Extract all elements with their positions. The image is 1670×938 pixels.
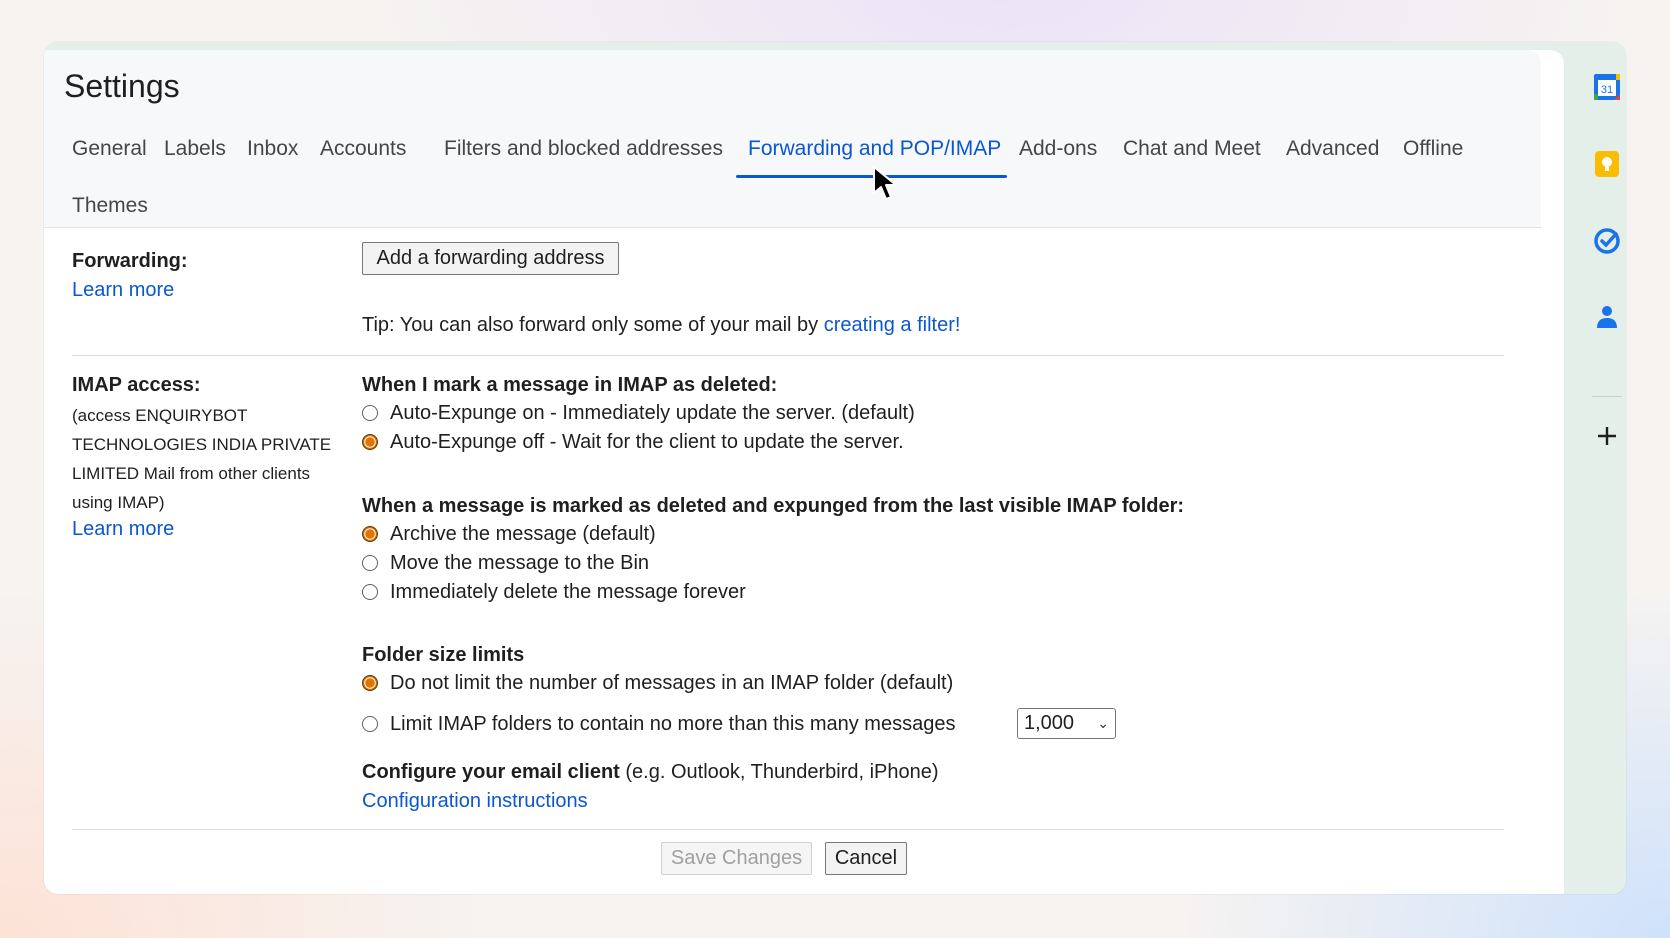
radio-button[interactable] [362,716,378,732]
radio-button[interactable] [362,405,378,421]
radio-label: Move the message to the Bin [390,551,650,574]
section-divider [72,355,1504,356]
radio-auto-expunge-off[interactable]: Auto-Expunge off - Wait for the client t… [362,429,904,455]
footer-divider [72,829,1504,830]
configure-client-hint: (e.g. Outlook, Thunderbird, iPhone) [625,761,939,783]
header-divider [44,227,1541,228]
tab-chat-and-meet[interactable]: Chat and Meet [1123,137,1261,161]
tab-labels[interactable]: Labels [164,137,226,161]
radio-button-checked[interactable] [362,526,378,542]
settings-header: Settings General Labels Inbox Accounts F… [44,50,1541,227]
folder-limit-value: 1,000 [1024,712,1075,734]
forwarding-learn-more-link[interactable]: Learn more [72,279,174,302]
radio-delete-forever[interactable]: Immediately delete the message forever [362,579,746,605]
radio-limit-folders[interactable]: Limit IMAP folders to contain no more th… [362,711,955,737]
radio-move-to-bin[interactable]: Move the message to the Bin [362,550,649,576]
forwarding-tip: Tip: You can also forward only some of y… [362,314,960,337]
add-icon[interactable] [1592,421,1622,456]
radio-label: Archive the message (default) [390,522,656,545]
radio-label: Do not limit the number of messages in a… [390,671,954,694]
radio-button[interactable] [362,555,378,571]
radio-label: Limit IMAP folders to contain no more th… [390,712,956,735]
radio-label: Auto-Expunge on - Immediately update the… [390,401,915,424]
add-forwarding-address-button[interactable]: Add a forwarding address [362,242,619,275]
cancel-button[interactable]: Cancel [825,842,907,875]
configure-client-heading: Configure your email client [362,761,620,783]
tab-filters[interactable]: Filters and blocked addresses [444,137,723,161]
imap-access-description: (access ENQUIRYBOT TECHNOLOGIES INDIA PR… [72,406,332,512]
forwarding-tip-text: Tip: You can also forward only some of y… [362,314,819,336]
tab-offline[interactable]: Offline [1403,137,1463,161]
rail-divider [1592,396,1622,397]
imap-access-label: IMAP access: [72,374,201,396]
chevron-down-icon: ⌄ [1097,715,1109,731]
page-title: Settings [64,68,180,104]
keep-icon[interactable] [1592,149,1622,184]
folder-size-heading: Folder size limits [362,644,525,666]
save-changes-button[interactable]: Save Changes [661,842,812,875]
radio-auto-expunge-on[interactable]: Auto-Expunge on - Immediately update the… [362,400,915,426]
radio-button[interactable] [362,584,378,600]
expunged-heading: When a message is marked as deleted and … [362,495,1185,517]
tab-accounts[interactable]: Accounts [320,137,406,161]
radio-label: Auto-Expunge off - Wait for the client t… [390,430,904,453]
radio-button-checked[interactable] [362,434,378,450]
folder-limit-select[interactable]: 1,000 ⌄ [1017,708,1116,739]
calendar-icon[interactable]: 31 [1592,72,1622,107]
tab-themes[interactable]: Themes [72,194,148,218]
app-frame: Settings General Labels Inbox Accounts F… [44,42,1626,894]
tab-general[interactable]: General [72,137,147,161]
settings-panel: Settings General Labels Inbox Accounts F… [44,50,1564,894]
tab-forwarding-pop-imap[interactable]: Forwarding and POP/IMAP [748,137,1001,161]
radio-button-checked[interactable] [362,675,378,691]
creating-filter-link[interactable]: creating a filter! [824,314,961,336]
tasks-icon[interactable] [1592,226,1622,261]
contacts-icon[interactable] [1592,301,1622,336]
mouse-cursor-icon [872,165,904,208]
configuration-instructions-link[interactable]: Configuration instructions [362,790,588,813]
tab-inbox[interactable]: Inbox [247,137,298,161]
forwarding-label: Forwarding: [72,250,188,272]
radio-archive-message[interactable]: Archive the message (default) [362,521,656,547]
radio-no-folder-limit[interactable]: Do not limit the number of messages in a… [362,670,953,696]
imap-learn-more-link[interactable]: Learn more [72,518,174,541]
tab-add-ons[interactable]: Add-ons [1019,137,1097,161]
radio-label: Immediately delete the message forever [390,580,746,603]
deleted-heading: When I mark a message in IMAP as deleted… [362,374,778,396]
calendar-day: 31 [1601,84,1613,96]
configure-client-line: Configure your email client (e.g. Outloo… [362,761,939,784]
tab-advanced[interactable]: Advanced [1286,137,1379,161]
